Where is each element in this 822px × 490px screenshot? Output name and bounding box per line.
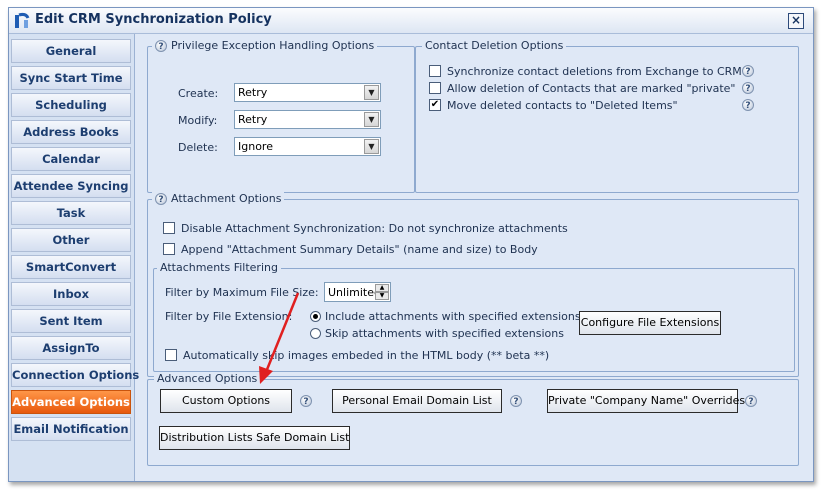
question-icon[interactable]: ? (155, 192, 167, 205)
spinner-up-icon[interactable]: ▲ (375, 284, 389, 292)
sidebar-item-general[interactable]: General (11, 39, 131, 63)
chevron-down-icon[interactable]: ▼ (364, 139, 379, 154)
configure-file-extensions-button[interactable]: Configure File Extensions (579, 311, 721, 335)
modify-select[interactable]: Retry ▼ (234, 110, 381, 129)
sidebar-item-scheduling[interactable]: Scheduling (11, 93, 131, 117)
skip-images-label: Automatically skip images embeded in the… (183, 349, 550, 362)
sidebar-item-inbox[interactable]: Inbox (11, 282, 131, 306)
disable-attachment-label: Disable Attachment Synchronization: Do n… (181, 222, 568, 235)
title-bar: Edit CRM Synchronization Policy × (9, 8, 813, 34)
attachment-fieldset: ? Attachment Options Disable Attachment … (147, 192, 799, 377)
delete-label: Delete: (178, 141, 218, 154)
sidebar-item-sync-start-time[interactable]: Sync Start Time (11, 66, 131, 90)
create-label: Create: (178, 87, 219, 100)
sidebar-item-calendar[interactable]: Calendar (11, 147, 131, 171)
sidebar-item-email-notification[interactable]: Email Notification (11, 417, 131, 441)
policy-window: Edit CRM Synchronization Policy × Genera… (8, 7, 814, 482)
move-deleted-label: Move deleted contacts to "Deleted Items" (447, 99, 678, 112)
append-summary-checkbox[interactable] (163, 243, 175, 255)
skip-images-checkbox[interactable] (165, 349, 177, 361)
custom-options-button[interactable]: Custom Options (160, 389, 292, 413)
max-file-size-label: Filter by Maximum File Size: (165, 286, 319, 299)
sidebar-item-advanced-options[interactable]: Advanced Options (11, 390, 131, 414)
privilege-fieldset: ? Privilege Exception Handling Options C… (147, 39, 415, 193)
append-summary-label: Append "Attachment Summary Details" (nam… (181, 243, 538, 256)
close-button[interactable]: × (788, 13, 804, 29)
sync-deletions-checkbox[interactable] (429, 65, 441, 77)
include-extensions-radio[interactable] (310, 311, 321, 322)
question-icon[interactable]: ? (155, 39, 167, 52)
file-extension-label: Filter by File Extension: (165, 310, 293, 323)
distribution-lists-safe-domain-list-button[interactable]: Distribution Lists Safe Domain List (159, 426, 350, 450)
disable-attachment-checkbox[interactable] (163, 222, 175, 234)
create-select[interactable]: Retry ▼ (234, 83, 381, 102)
personal-email-domain-list-button[interactable]: Personal Email Domain List (332, 389, 502, 413)
skip-extensions-label: Skip attachments with specified extensio… (325, 327, 564, 340)
window-title: Edit CRM Synchronization Policy (35, 12, 272, 27)
chevron-down-icon[interactable]: ▼ (364, 85, 379, 100)
allow-private-deletion-checkbox[interactable] (429, 82, 441, 94)
question-icon[interactable]: ? (745, 395, 757, 407)
allow-private-deletion-label: Allow deletion of Contacts that are mark… (447, 82, 736, 95)
question-icon[interactable]: ? (742, 82, 754, 94)
advanced-fieldset: Advanced Options Custom Options ? Person… (147, 372, 799, 466)
sidebar: General Sync Start Time Scheduling Addre… (9, 34, 139, 481)
modify-label: Modify: (178, 114, 218, 127)
max-file-size-stepper[interactable]: Unlimited ▲ ▼ (324, 282, 391, 302)
private-company-name-overrides-button[interactable]: Private "Company Name" Overrides (547, 389, 745, 413)
attachment-legend: Attachment Options (171, 192, 282, 205)
sidebar-item-attendee-syncing[interactable]: Attendee Syncing (11, 174, 131, 198)
sidebar-item-connection-options[interactable]: Connection Options (11, 363, 139, 387)
question-icon[interactable]: ? (742, 99, 754, 111)
sync-deletions-label: Synchronize contact deletions from Excha… (447, 65, 742, 78)
sidebar-item-smartconvert[interactable]: SmartConvert (11, 255, 131, 279)
move-deleted-checkbox[interactable]: ✔ (429, 99, 441, 111)
chevron-down-icon[interactable]: ▼ (364, 112, 379, 127)
advanced-legend: Advanced Options (154, 372, 261, 385)
attachments-filtering-fieldset: Attachments Filtering Filter by Maximum … (153, 261, 795, 372)
sidebar-item-other[interactable]: Other (11, 228, 131, 252)
sidebar-item-address-books[interactable]: Address Books (11, 120, 131, 144)
question-icon[interactable]: ? (742, 65, 754, 77)
attachments-filtering-legend: Attachments Filtering (157, 261, 281, 274)
contact-deletion-legend: Contact Deletion Options (422, 39, 567, 52)
contact-deletion-fieldset: Contact Deletion Options Synchronize con… (415, 39, 799, 193)
include-extensions-label: Include attachments with specified exten… (325, 310, 581, 323)
spinner-down-icon[interactable]: ▼ (375, 292, 389, 300)
sidebar-item-sent-item[interactable]: Sent Item (11, 309, 131, 333)
app-logo-icon (15, 12, 30, 28)
sidebar-item-task[interactable]: Task (11, 201, 131, 225)
privilege-legend: Privilege Exception Handling Options (171, 39, 375, 52)
skip-extensions-radio[interactable] (310, 328, 321, 339)
sidebar-item-assignto[interactable]: AssignTo (11, 336, 131, 360)
question-icon[interactable]: ? (510, 395, 522, 407)
delete-select[interactable]: Ignore ▼ (234, 137, 381, 156)
question-icon[interactable]: ? (300, 395, 312, 407)
